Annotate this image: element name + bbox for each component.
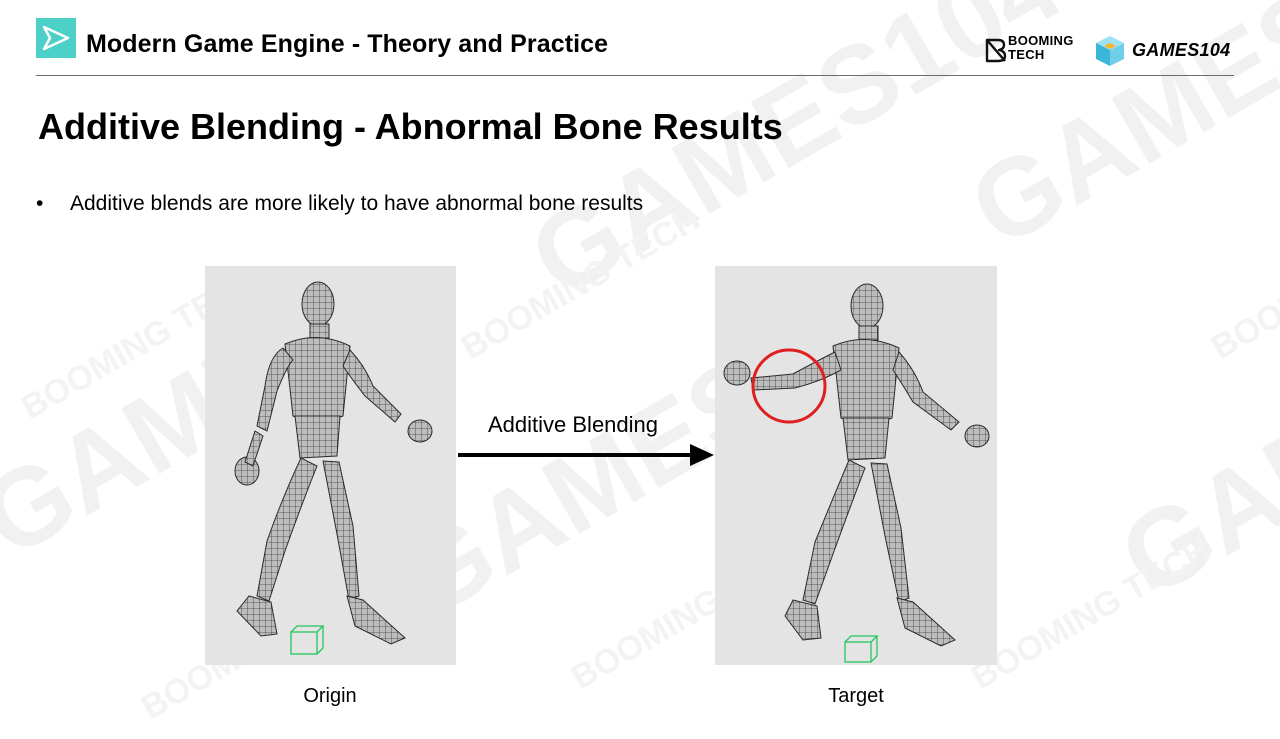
play-logo-icon (36, 18, 76, 58)
brand-booming-tech: BOOMING TECH (1008, 34, 1074, 62)
right-arrow-icon (458, 444, 714, 466)
slide-title: Additive Blending - Abnormal Bone Result… (38, 106, 783, 147)
svg-text:GAMES: GAMES (1101, 313, 1280, 621)
svg-text:BOOMING TECH: BOOMING TECH (455, 200, 706, 367)
origin-mannequin-figure (234, 281, 433, 655)
target-image (715, 266, 997, 665)
svg-text:BOOMING TECH: BOOMING TECH (965, 530, 1216, 697)
bullet-item: • Additive blends are more likely to have… (36, 192, 643, 216)
svg-text:BOOMING: BOOMING (1205, 251, 1280, 367)
brand-booming-label: BOOMING (1008, 33, 1074, 48)
arrow-label: Additive Blending (488, 412, 659, 437)
target-mannequin-figure (723, 283, 990, 663)
booming-b-icon (985, 38, 1007, 63)
bullet-text: Additive blends are more likely to have … (70, 192, 644, 215)
origin-caption: Origin (303, 685, 357, 707)
brand-games104: GAMES104 (1132, 40, 1231, 60)
brand-tech-label: TECH (1008, 47, 1045, 62)
origin-image (205, 266, 456, 665)
target-caption: Target (828, 685, 884, 707)
header-divider (36, 75, 1234, 76)
bullet-dot: • (36, 192, 44, 215)
games-cube-icon (1096, 36, 1124, 66)
header-title: Modern Game Engine - Theory and Practice (86, 30, 609, 58)
